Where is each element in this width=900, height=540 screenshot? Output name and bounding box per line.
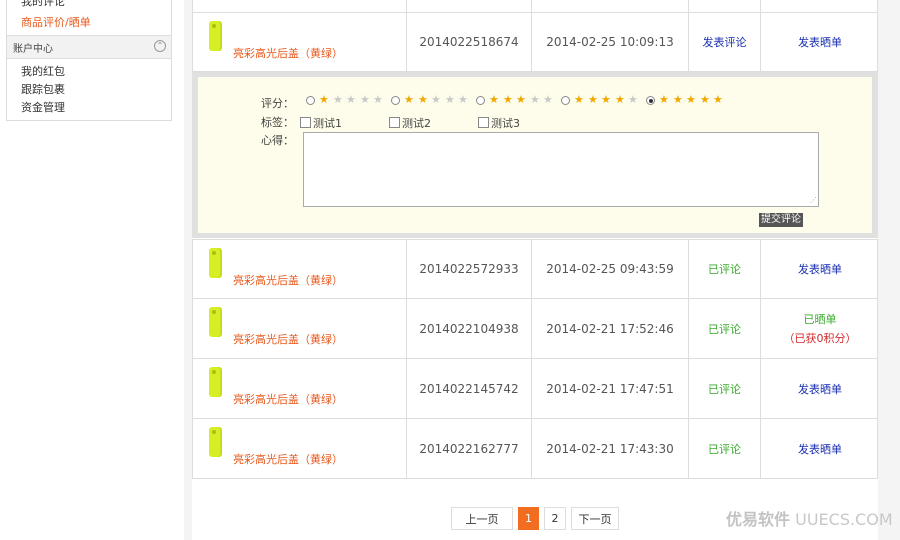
points-earned-note: （已获0积分） — [783, 332, 857, 345]
review-status: 已评论 — [688, 359, 760, 418]
star-icon: ★ — [516, 93, 526, 106]
tags-label: 标签： — [261, 116, 294, 129]
review-status: 已评论 — [688, 419, 760, 478]
order-number: 2014022104938 — [406, 299, 531, 358]
radio-button[interactable] — [561, 96, 570, 105]
star-icon: ★ — [319, 93, 329, 106]
review-form: 评分： ★ ★ ★ ★ ★ ★ ★ ★ ★ ★ ★ ★ ★ ★ ★ ★ ★ ★ … — [192, 72, 878, 238]
star-icon: ★ — [713, 93, 723, 106]
radio-button[interactable] — [391, 96, 400, 105]
radio-button[interactable] — [306, 96, 315, 105]
product-thumbnail[interactable] — [209, 248, 222, 278]
product-thumbnail[interactable] — [209, 21, 222, 51]
table-row: 亮彩高光后盖（黄绿） 2014022104938 2014-02-21 17:5… — [192, 299, 878, 359]
order-date: 2014-02-25 09:43:59 — [531, 240, 688, 298]
product-name[interactable]: 亮彩高光后盖（黄绿） — [233, 451, 343, 467]
sidebar-item-product-review[interactable]: 商品评价/晒单 — [21, 14, 91, 30]
product-name[interactable]: 亮彩高光后盖（黄绿） — [233, 331, 343, 347]
order-number: 2014022162777 — [406, 419, 531, 478]
star-icon: ★ — [489, 93, 499, 106]
post-showcase-link[interactable]: 发表晒单 — [760, 359, 879, 418]
order-date: 2014-02-21 17:43:30 — [531, 419, 688, 478]
product-name[interactable]: 亮彩高光后盖（黄绿） — [233, 391, 343, 407]
star-icon: ★ — [458, 93, 468, 106]
order-number: 2014022145742 — [406, 359, 531, 418]
star-icon: ★ — [628, 93, 638, 106]
post-showcase-link[interactable]: 发表晒单 — [760, 13, 879, 71]
checkbox[interactable] — [389, 117, 400, 128]
write-review-link[interactable]: 发表评论 — [688, 13, 760, 71]
radio-button[interactable] — [476, 96, 485, 105]
review-status: 已评论 — [688, 240, 760, 298]
table-row: 亮彩高光后盖（黄绿） 2014022518674 2014-02-25 10:0… — [192, 12, 878, 72]
page-1-button[interactable]: 1 — [518, 507, 539, 530]
sidebar-item-red-packet[interactable]: 我的红包 — [21, 63, 65, 79]
star-icon: ★ — [686, 93, 696, 106]
showcase-status: 已晒单 （已获0积分） — [760, 299, 879, 358]
tag-option[interactable]: 测试3 — [478, 115, 520, 130]
product-thumbnail[interactable] — [209, 367, 222, 397]
resize-handle-icon[interactable]: ⋰ — [810, 197, 871, 232]
product-thumbnail[interactable] — [209, 307, 222, 337]
star-icon: ★ — [530, 93, 540, 106]
star-icon: ★ — [333, 93, 343, 106]
star-icon: ★ — [418, 93, 428, 106]
tag-option[interactable]: 测试1 — [300, 115, 342, 130]
post-showcase-link[interactable]: 发表晒单 — [760, 240, 879, 298]
order-date: 2014-02-21 17:52:46 — [531, 299, 688, 358]
table-row: 亮彩高光后盖（黄绿） 2014022162777 2014-02-21 17:4… — [192, 419, 878, 479]
radio-button-selected[interactable] — [646, 96, 655, 105]
order-number: 2014022518674 — [406, 13, 531, 71]
product-thumbnail[interactable] — [209, 427, 222, 457]
collapse-icon[interactable]: ⌃ — [154, 40, 166, 52]
star-icon: ★ — [615, 93, 625, 106]
product-name[interactable]: 亮彩高光后盖（黄绿） — [233, 272, 343, 288]
star-icon: ★ — [543, 93, 553, 106]
star-icon: ★ — [700, 93, 710, 106]
sidebar: 我的评论 商品评价/晒单 账户中心 ⌃ 我的红包 跟踪包裹 资金管理 — [6, 0, 172, 121]
star-icon: ★ — [431, 93, 441, 106]
star-icon: ★ — [373, 93, 383, 106]
order-date: 2014-02-21 17:47:51 — [531, 359, 688, 418]
sidebar-item-my-comments[interactable]: 我的评论 — [21, 0, 65, 9]
product-name[interactable]: 亮彩高光后盖（黄绿） — [233, 45, 343, 61]
sidebar-item-track-package[interactable]: 跟踪包裹 — [21, 81, 65, 97]
prev-page-button[interactable]: 上一页 — [451, 507, 513, 530]
star-icon: ★ — [503, 93, 513, 106]
table-top-stub — [192, 0, 878, 12]
page-2-button[interactable]: 2 — [544, 507, 566, 530]
next-page-button[interactable]: 下一页 — [571, 507, 619, 530]
sidebar-item-funds[interactable]: 资金管理 — [21, 99, 65, 115]
star-icon: ★ — [574, 93, 584, 106]
review-status: 已评论 — [688, 299, 760, 358]
post-showcase-link[interactable]: 发表晒单 — [760, 419, 879, 478]
showcase-done-label: 已晒单 — [803, 313, 837, 326]
notes-label: 心得： — [261, 134, 294, 147]
star-icon: ★ — [360, 93, 370, 106]
star-icon: ★ — [588, 93, 598, 106]
watermark: 优易软件 UUECS.COM — [726, 510, 893, 529]
checkbox[interactable] — [478, 117, 489, 128]
star-icon: ★ — [346, 93, 356, 106]
star-icon: ★ — [659, 93, 669, 106]
review-textarea[interactable] — [303, 132, 819, 207]
star-icon: ★ — [601, 93, 611, 106]
order-number: 2014022572933 — [406, 240, 531, 298]
sidebar-section-title: 账户中心 — [13, 44, 53, 55]
star-icon: ★ — [445, 93, 455, 106]
sidebar-section-header[interactable]: 账户中心 ⌃ — [7, 35, 171, 59]
submit-review-button[interactable]: 提交评论 — [759, 213, 803, 227]
rating-label: 评分： — [261, 97, 294, 110]
order-date: 2014-02-25 10:09:13 — [531, 13, 688, 71]
star-icon: ★ — [673, 93, 683, 106]
tag-option[interactable]: 测试2 — [389, 115, 431, 130]
table-row: 亮彩高光后盖（黄绿） 2014022572933 2014-02-25 09:4… — [192, 239, 878, 299]
checkbox[interactable] — [300, 117, 311, 128]
table-row: 亮彩高光后盖（黄绿） 2014022145742 2014-02-21 17:4… — [192, 359, 878, 419]
star-icon: ★ — [404, 93, 414, 106]
